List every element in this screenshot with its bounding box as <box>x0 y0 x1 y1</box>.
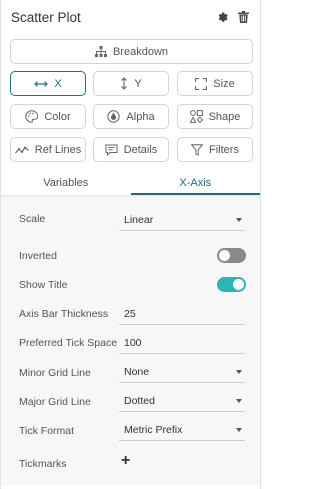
funnel-icon <box>191 143 204 156</box>
minor-grid-line-label: Minor Grid Line <box>19 367 91 379</box>
axis-bar-thickness-label: Axis Bar Thickness <box>19 308 109 320</box>
chevron-down-icon <box>236 399 242 403</box>
filters-button[interactable]: Filters <box>177 137 253 162</box>
settings-tabs: Variables X-Axis <box>1 172 260 196</box>
minor-grid-line-value: None <box>124 366 150 378</box>
ref-lines-button[interactable]: Ref Lines <box>10 137 86 162</box>
add-tickmark-button[interactable]: + <box>121 453 130 469</box>
size-button[interactable]: Size <box>177 71 253 96</box>
drop-circle-icon <box>107 110 121 123</box>
alpha-label: Alpha <box>126 110 155 123</box>
chevron-down-icon <box>236 428 242 432</box>
trash-icon[interactable] <box>236 10 250 24</box>
ref-lines-label: Ref Lines <box>34 143 82 156</box>
comment-icon <box>105 144 118 156</box>
horizontal-arrows-icon <box>34 80 49 87</box>
shapes-icon <box>189 110 203 123</box>
size-label: Size <box>213 77 235 90</box>
toggle-knob <box>219 250 230 261</box>
alpha-button[interactable]: Alpha <box>93 104 169 129</box>
major-grid-line-dropdown[interactable]: Dotted <box>119 390 245 412</box>
panel-header: Scatter Plot <box>1 0 260 34</box>
chevron-down-icon <box>236 370 242 374</box>
scatter-plot-settings-panel: Scatter Plot Breakdown X Y Size Color Al… <box>0 0 261 489</box>
gear-icon[interactable] <box>216 10 230 24</box>
toggle-knob <box>233 279 244 290</box>
major-grid-line-value: Dotted <box>124 395 155 407</box>
inverted-label: Inverted <box>19 250 57 262</box>
details-button[interactable]: Details <box>93 137 169 162</box>
show-title-toggle[interactable] <box>217 277 246 292</box>
hierarchy-icon <box>94 46 107 57</box>
preferred-tick-space-input[interactable]: 100 <box>119 332 245 354</box>
show-title-label: Show Title <box>19 279 68 291</box>
breakdown-label: Breakdown <box>112 45 169 58</box>
scale-dropdown[interactable]: Linear <box>119 209 245 231</box>
panel-title: Scatter Plot <box>11 9 81 25</box>
color-button[interactable]: Color <box>10 104 86 129</box>
details-label: Details <box>123 143 158 156</box>
axis-bar-thickness-input[interactable]: 25 <box>119 303 245 325</box>
preferred-tick-space-value: 100 <box>124 337 142 349</box>
tickmarks-label: Tickmarks <box>19 458 67 470</box>
palette-icon <box>25 110 39 123</box>
x-axis-button[interactable]: X <box>10 71 86 96</box>
trend-line-icon <box>14 146 29 153</box>
minor-grid-line-dropdown[interactable]: None <box>119 361 245 383</box>
scale-value: Linear <box>124 214 154 226</box>
axis-bar-thickness-value: 25 <box>124 308 136 320</box>
preferred-tick-space-label: Preferred Tick Space <box>19 337 118 349</box>
inverted-toggle[interactable] <box>217 248 246 263</box>
y-axis-button[interactable]: Y <box>93 71 169 96</box>
breakdown-button[interactable]: Breakdown <box>10 39 253 64</box>
tick-format-value: Metric Prefix <box>124 424 183 436</box>
size-corners-icon <box>195 77 208 90</box>
shape-button[interactable]: Shape <box>177 104 253 129</box>
scale-label: Scale <box>19 213 46 225</box>
tab-x-axis[interactable]: X-Axis <box>130 172 260 195</box>
tab-variables[interactable]: Variables <box>1 172 131 195</box>
tick-format-dropdown[interactable]: Metric Prefix <box>119 419 245 441</box>
shape-label: Shape <box>208 110 241 123</box>
vertical-arrows-icon <box>121 77 128 90</box>
color-label: Color <box>44 110 71 123</box>
y-axis-label: Y <box>134 77 142 90</box>
major-grid-line-label: Major Grid Line <box>19 396 91 408</box>
tick-format-label: Tick Format <box>19 425 75 437</box>
x-axis-settings: Scale Linear Inverted Show Title Axis Ba… <box>1 196 260 485</box>
x-axis-label: X <box>54 77 62 90</box>
chevron-down-icon <box>236 218 242 222</box>
filters-label: Filters <box>209 143 239 156</box>
